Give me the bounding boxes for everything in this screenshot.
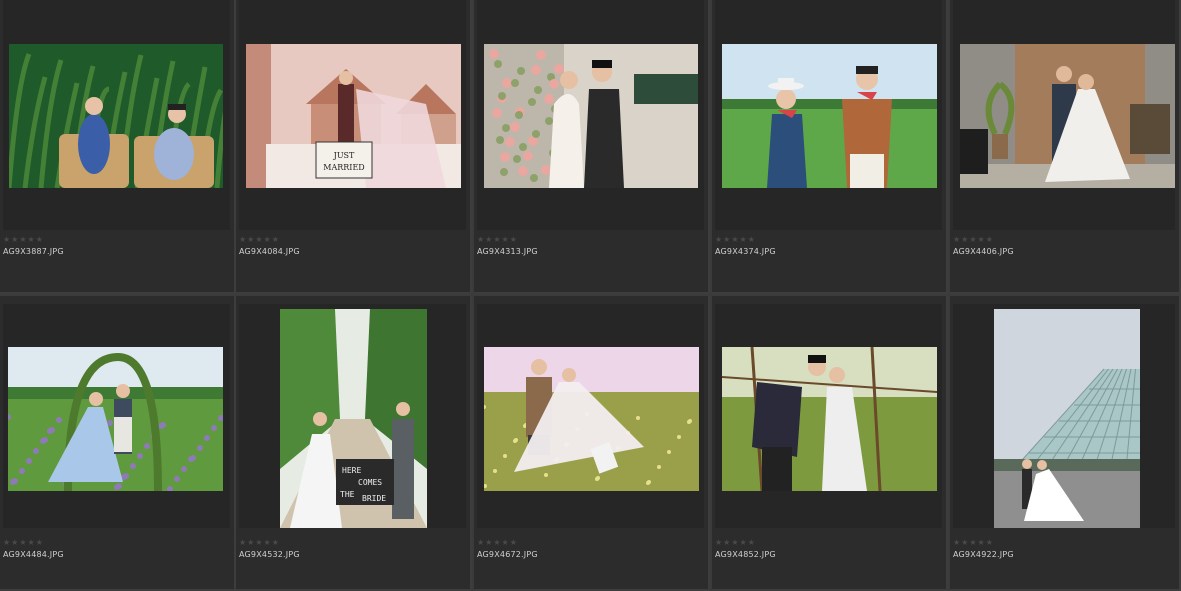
thumbnail-cell[interactable]: ★★★★★ AG9X4406.JPG (950, 0, 1181, 294)
svg-text:COMES: COMES (358, 478, 382, 487)
thumbnail-cell[interactable]: ★★★★★ AG9X4852.JPG (712, 296, 948, 591)
star-rating[interactable]: ★★★★★ (3, 538, 44, 547)
thumbnail-cell[interactable]: JUST MARRIED ★★★★★ AG9X4084.JPG (236, 0, 472, 294)
filename-label: AG9X4532.JPG (239, 550, 300, 559)
photo-thumbnail[interactable] (484, 44, 698, 188)
star-rating[interactable]: ★★★★★ (477, 235, 518, 244)
svg-text:MARRIED: MARRIED (323, 163, 364, 172)
star-rating[interactable]: ★★★★★ (239, 235, 280, 244)
star-rating[interactable]: ★★★★★ (953, 235, 994, 244)
filename-label: AG9X4313.JPG (477, 247, 538, 256)
photo-thumbnail[interactable] (960, 44, 1175, 188)
filename-label: AG9X4406.JPG (953, 247, 1014, 256)
svg-text:JUST: JUST (333, 151, 355, 160)
star-rating[interactable]: ★★★★★ (239, 538, 280, 547)
thumbnail-cell[interactable]: ★★★★★ AG9X4484.JPG (0, 296, 236, 591)
photo-thumbnail[interactable]: JUST MARRIED (246, 44, 461, 188)
filename-label: AG9X4484.JPG (3, 550, 64, 559)
thumbnail-grid: ★★★★★ AG9X3887.JPG JUST MARRIED ★★★★★ AG9X408… (0, 0, 1181, 591)
svg-text:THE: THE (340, 490, 355, 499)
star-rating[interactable]: ★★★★★ (715, 538, 756, 547)
filename-label: AG9X4084.JPG (239, 247, 300, 256)
thumbnail-cell[interactable]: ★★★★★ AG9X3887.JPG (0, 0, 236, 294)
filename-label: AG9X4922.JPG (953, 550, 1014, 559)
thumbnail-cell[interactable]: HERE COMES THE BRIDE ★★★★★ AG9X4532.JPG (236, 296, 472, 591)
filename-label: AG9X4374.JPG (715, 247, 776, 256)
photo-thumbnail[interactable]: HERE COMES THE BRIDE (280, 309, 427, 528)
thumbnail-cell[interactable]: ★★★★★ AG9X4672.JPG (474, 296, 710, 591)
photo-thumbnail[interactable] (994, 309, 1140, 528)
star-rating[interactable]: ★★★★★ (953, 538, 994, 547)
filename-label: AG9X4852.JPG (715, 550, 776, 559)
thumbnail-cell[interactable]: ★★★★★ AG9X4374.JPG (712, 0, 948, 294)
photo-thumbnail[interactable] (484, 347, 699, 491)
filename-label: AG9X3887.JPG (3, 247, 64, 256)
thumbnail-cell[interactable]: ★★★★★ AG9X4313.JPG (474, 0, 710, 294)
star-rating[interactable]: ★★★★★ (715, 235, 756, 244)
star-rating[interactable]: ★★★★★ (3, 235, 44, 244)
star-rating[interactable]: ★★★★★ (477, 538, 518, 547)
photo-thumbnail[interactable] (722, 347, 937, 491)
photo-thumbnail[interactable] (8, 347, 223, 491)
photo-thumbnail[interactable] (722, 44, 937, 188)
svg-text:BRIDE: BRIDE (362, 494, 386, 503)
photo-thumbnail[interactable] (9, 44, 223, 188)
svg-text:HERE: HERE (342, 466, 361, 475)
filename-label: AG9X4672.JPG (477, 550, 538, 559)
thumbnail-cell[interactable]: ★★★★★ AG9X4922.JPG (950, 296, 1181, 591)
